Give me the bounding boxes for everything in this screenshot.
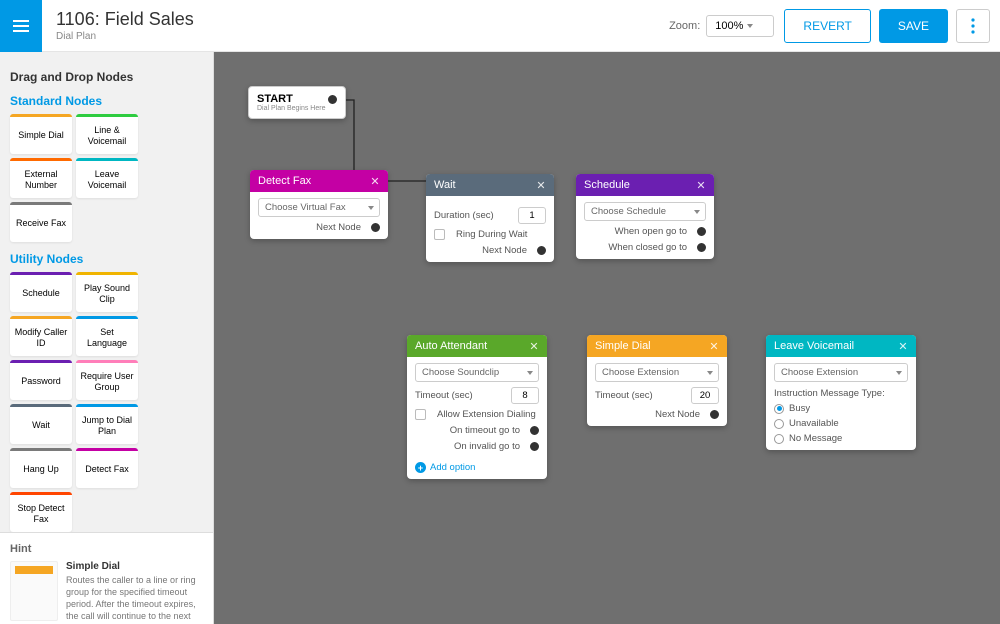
- dots-vertical-icon: [971, 18, 975, 34]
- node-detect-fax[interactable]: Detect Fax✕ Choose Virtual Fax Next Node: [250, 170, 388, 239]
- zoom-select[interactable]: 100%: [706, 15, 774, 37]
- timeout-input[interactable]: [511, 387, 539, 404]
- plus-circle-icon: +: [415, 462, 426, 473]
- chevron-down-icon: [747, 24, 753, 28]
- radio-no-message[interactable]: No Message: [774, 433, 908, 444]
- utility-nodes-header: Utility Nodes: [10, 252, 203, 266]
- close-icon[interactable]: ✕: [694, 178, 708, 192]
- palette-node[interactable]: Require User Group: [76, 360, 138, 400]
- palette-node[interactable]: Schedule: [10, 272, 72, 312]
- node-leave-voicemail[interactable]: Leave Voicemail✕ Choose Extension Instru…: [766, 335, 916, 450]
- port-icon[interactable]: [697, 227, 706, 236]
- hint-panel: Hint Simple Dial Routes the caller to a …: [0, 532, 213, 624]
- save-button[interactable]: SAVE: [879, 9, 948, 43]
- port-icon[interactable]: [537, 246, 546, 255]
- drag-title: Drag and Drop Nodes: [10, 70, 203, 84]
- palette-node[interactable]: Password: [10, 360, 72, 400]
- palette-node[interactable]: Line & Voicemail: [76, 114, 138, 154]
- timeout-input[interactable]: [691, 387, 719, 404]
- close-icon[interactable]: ✕: [368, 174, 382, 188]
- port-icon[interactable]: [328, 95, 337, 104]
- standard-nodes-header: Standard Nodes: [10, 94, 203, 108]
- standard-palette: Simple DialLine & VoicemailExternal Numb…: [10, 114, 203, 242]
- hint-node-name: Simple Dial: [66, 561, 203, 572]
- add-option-button[interactable]: +Add option: [407, 458, 547, 479]
- hamburger-icon: [13, 20, 29, 32]
- select-schedule[interactable]: Choose Schedule: [584, 202, 706, 221]
- palette-node[interactable]: Wait: [10, 404, 72, 444]
- close-icon[interactable]: ✕: [534, 178, 548, 192]
- canvas[interactable]: START Dial Plan Begins Here Detect Fax✕ …: [214, 52, 1000, 624]
- duration-input[interactable]: [518, 207, 546, 224]
- palette-node[interactable]: Modify Caller ID: [10, 316, 72, 356]
- node-simple-dial[interactable]: Simple Dial✕ Choose Extension Timeout (s…: [587, 335, 727, 426]
- node-start[interactable]: START Dial Plan Begins Here: [248, 86, 346, 119]
- radio-busy[interactable]: Busy: [774, 403, 908, 414]
- palette-node[interactable]: Detect Fax: [76, 448, 138, 488]
- palette-node[interactable]: Set Language: [76, 316, 138, 356]
- node-schedule[interactable]: Schedule✕ Choose Schedule When open go t…: [576, 174, 714, 259]
- sidebar: Drag and Drop Nodes Standard Nodes Simpl…: [0, 52, 214, 624]
- start-title: START: [257, 93, 293, 105]
- select-virtual-fax[interactable]: Choose Virtual Fax: [258, 198, 380, 217]
- utility-palette: SchedulePlay Sound ClipModify Caller IDS…: [10, 272, 203, 532]
- instr-label: Instruction Message Type:: [774, 388, 908, 399]
- page-subtitle: Dial Plan: [56, 31, 669, 42]
- palette-node[interactable]: External Number: [10, 158, 72, 198]
- palette-node[interactable]: Hang Up: [10, 448, 72, 488]
- palette-node[interactable]: Stop Detect Fax: [10, 492, 72, 532]
- node-auto-attendant[interactable]: Auto Attendant✕ Choose Soundclip Timeout…: [407, 335, 547, 479]
- zoom-label: Zoom:: [669, 20, 700, 32]
- close-icon[interactable]: ✕: [527, 339, 541, 353]
- port-icon[interactable]: [530, 426, 539, 435]
- hint-panel-title: Hint: [10, 543, 203, 555]
- hint-thumb: [10, 561, 58, 621]
- close-icon[interactable]: ✕: [896, 339, 910, 353]
- node-wait[interactable]: Wait✕ Duration (sec) Ring During Wait Ne…: [426, 174, 554, 262]
- checkbox-allow-ext[interactable]: [415, 409, 426, 420]
- more-button[interactable]: [956, 9, 990, 43]
- palette-node[interactable]: Play Sound Clip: [76, 272, 138, 312]
- page-title: 1106: Field Sales: [56, 9, 669, 30]
- palette-node[interactable]: Receive Fax: [10, 202, 72, 242]
- top-bar: 1106: Field Sales Dial Plan Zoom: 100% R…: [0, 0, 1000, 52]
- select-vm-extension[interactable]: Choose Extension: [774, 363, 908, 382]
- radio-unavailable[interactable]: Unavailable: [774, 418, 908, 429]
- port-icon[interactable]: [710, 410, 719, 419]
- close-icon[interactable]: ✕: [707, 339, 721, 353]
- hint-text: Routes the caller to a line or ring grou…: [66, 574, 203, 624]
- checkbox-ring[interactable]: [434, 229, 445, 240]
- revert-button[interactable]: REVERT: [784, 9, 870, 43]
- palette-node[interactable]: Jump to Dial Plan: [76, 404, 138, 444]
- select-extension[interactable]: Choose Extension: [595, 363, 719, 382]
- select-soundclip[interactable]: Choose Soundclip: [415, 363, 539, 382]
- start-subtitle: Dial Plan Begins Here: [257, 105, 337, 112]
- menu-button[interactable]: [0, 0, 42, 52]
- port-icon[interactable]: [530, 442, 539, 451]
- title-block: 1106: Field Sales Dial Plan: [42, 9, 669, 42]
- palette-node[interactable]: Simple Dial: [10, 114, 72, 154]
- port-icon[interactable]: [371, 223, 380, 232]
- port-icon[interactable]: [697, 243, 706, 252]
- palette-node[interactable]: Leave Voicemail: [76, 158, 138, 198]
